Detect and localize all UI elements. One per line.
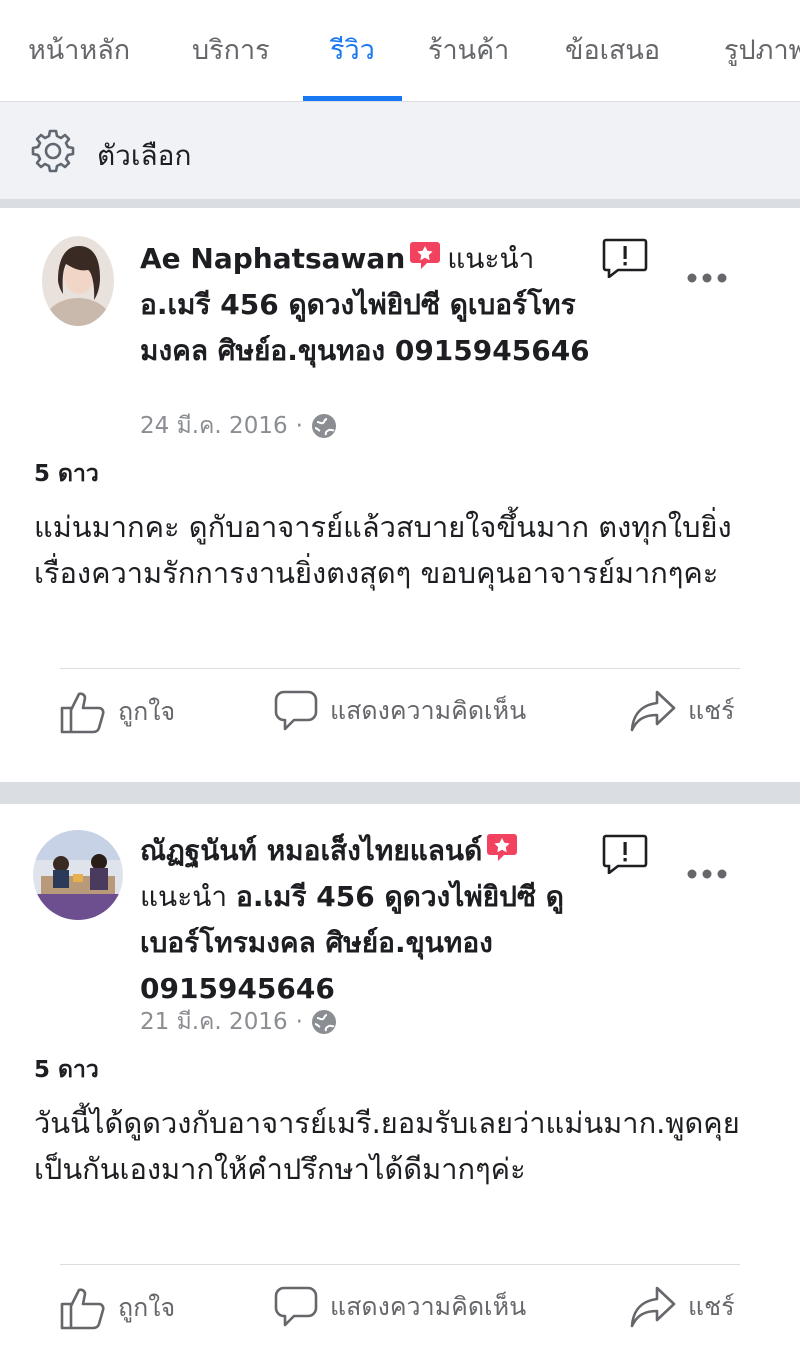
like-button[interactable]: ถูกใจ (60, 1286, 175, 1330)
review-card: Ae Naphatsawan แนะนำ อ.เมรี 456 ดูดวงไพ่ย… (0, 208, 800, 782)
comment-label: แสดงความคิดเห็น (330, 696, 527, 725)
comment-icon (274, 1286, 318, 1327)
recommends-label: แนะนำ (447, 242, 535, 275)
tab-bar: หน้าหลัก บริการ รีวิว ร้านค้า ข้อเสนอ รู… (0, 0, 800, 102)
review-date[interactable]: 24 มี.ค. 2016 (140, 408, 288, 444)
recommends-label: แนะนำ (140, 880, 228, 913)
tab-offers[interactable]: ข้อเสนอ (565, 28, 660, 71)
review-meta: 24 มี.ค. 2016 · (140, 408, 337, 444)
tab-services[interactable]: บริการ (192, 28, 270, 71)
like-label: ถูกใจ (118, 1293, 176, 1322)
review-header: Ae Naphatsawan แนะนำ อ.เมรี 456 ดูดวงไพ่ย… (140, 236, 600, 374)
thumbs-up-icon (60, 692, 105, 734)
reviewer-name[interactable]: Ae Naphatsawan (140, 242, 405, 275)
share-button[interactable]: แชร์ (630, 690, 735, 732)
tab-photos[interactable]: รูปภาพ (724, 28, 800, 71)
review-meta: 21 มี.ค. 2016 · (140, 1004, 337, 1040)
recommend-badge-icon (487, 834, 518, 861)
action-bar: ถูกใจ แสดงความคิดเห็น แชร์ (0, 1286, 800, 1346)
report-icon[interactable] (602, 238, 648, 278)
divider (60, 668, 740, 669)
tab-home[interactable]: หน้าหลัก (28, 28, 130, 71)
comment-icon (274, 690, 318, 731)
gear-icon (31, 129, 75, 173)
star-rating: 5 ดาว (34, 1057, 99, 1083)
avatar[interactable] (33, 830, 123, 920)
share-label: แชร์ (688, 696, 735, 725)
review-text: วันนี้ได้ดูดวงกับอาจารย์เมรี.ยอมรับเลยว่… (34, 1106, 740, 1186)
share-icon (630, 690, 676, 732)
globe-icon (311, 1010, 336, 1034)
share-button[interactable]: แชร์ (630, 1286, 735, 1328)
globe-icon (311, 414, 336, 438)
options-label: ตัวเลือก (97, 139, 192, 172)
section-divider (0, 782, 800, 804)
recommend-badge-icon (410, 242, 441, 269)
page-name[interactable]: อ.เมรี 456 ดูดวงไพ่ยิปซี ดูเบอร์โทรมงคล … (140, 288, 590, 367)
section-divider (0, 199, 800, 208)
share-label: แชร์ (688, 1292, 735, 1321)
thumbs-up-icon (60, 1288, 105, 1330)
like-button[interactable]: ถูกใจ (60, 690, 175, 734)
action-bar: ถูกใจ แสดงความคิดเห็น แชร์ (0, 690, 800, 750)
more-options-icon[interactable] (686, 868, 728, 880)
share-icon (630, 1286, 676, 1328)
comment-label: แสดงความคิดเห็น (330, 1292, 527, 1321)
comment-button[interactable]: แสดงความคิดเห็น (274, 1286, 526, 1328)
star-rating: 5 ดาว (34, 461, 99, 487)
comment-button[interactable]: แสดงความคิดเห็น (274, 690, 526, 732)
tab-shop[interactable]: ร้านค้า (428, 28, 509, 71)
reviewer-name[interactable]: ณัฏฐนันท์ หมอเส็งไทยแลนด์ (140, 834, 482, 867)
report-icon[interactable] (602, 834, 648, 874)
active-tab-indicator (303, 96, 402, 101)
review-card: ณัฏฐนันท์ หมอเส็งไทยแลนด์ แนะนำ อ.เมรี 4… (0, 804, 800, 1350)
review-text: แม่นมากคะ ดูกับอาจารย์แล้วสบายใจขึ้นมาก … (34, 510, 732, 590)
avatar[interactable] (42, 236, 114, 326)
tab-reviews[interactable]: รีวิว (330, 28, 375, 71)
review-header: ณัฏฐนันท์ หมอเส็งไทยแลนด์ แนะนำ อ.เมรี 4… (140, 828, 600, 1012)
divider (60, 1264, 740, 1265)
options-bar[interactable]: ตัวเลือก (0, 102, 800, 199)
like-label: ถูกใจ (118, 697, 176, 726)
review-date[interactable]: 21 มี.ค. 2016 (140, 1004, 288, 1040)
more-options-icon[interactable] (686, 272, 728, 284)
